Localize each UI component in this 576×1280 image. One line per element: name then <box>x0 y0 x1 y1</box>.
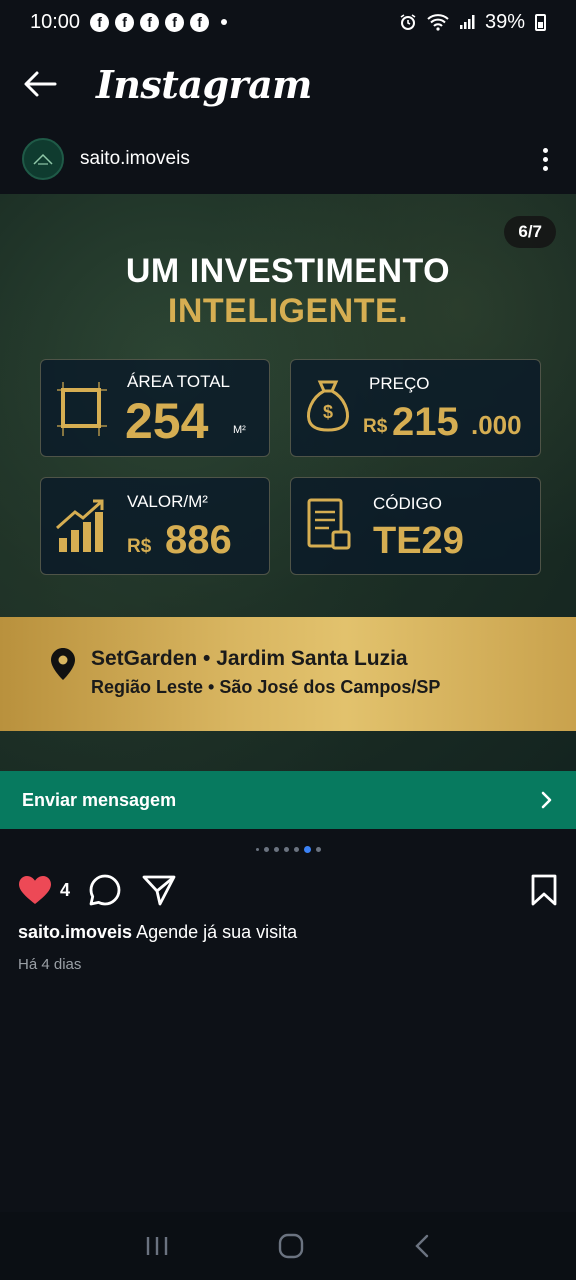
area-label: ÁREA TOTAL <box>127 372 230 391</box>
send-message-button[interactable]: Enviar mensagem <box>0 771 576 829</box>
status-bar: 10:00 f f f f f 39% <box>0 0 576 44</box>
post-header: saito.imoveis <box>0 124 576 194</box>
post-actions: 4 <box>0 868 576 912</box>
more-options-button[interactable] <box>537 142 554 177</box>
heart-icon[interactable] <box>18 875 52 905</box>
facebook-icon: f <box>115 12 135 32</box>
bookmark-icon[interactable] <box>530 874 558 906</box>
logo-icon <box>33 153 53 165</box>
document-code-icon <box>307 498 351 550</box>
area-unit: M² <box>233 424 246 436</box>
dot <box>543 147 548 153</box>
code-label: CÓDIGO <box>373 494 442 513</box>
like-count[interactable]: 4 <box>60 880 70 901</box>
svg-text:$: $ <box>323 402 333 422</box>
caption-text: Agende já sua visita <box>136 922 298 942</box>
carousel-dot <box>263 847 269 852</box>
dot <box>543 156 548 162</box>
carousel-dot-active <box>303 846 311 853</box>
facebook-icon: f <box>90 12 110 32</box>
slide-counter: 6/7 <box>504 216 556 248</box>
area-value: 254 <box>125 393 209 449</box>
headline-line2: INTELIGENTE. <box>167 292 409 330</box>
money-bag-icon: $ <box>307 380 349 432</box>
location-title: SetGarden • Jardim Santa Luzia <box>91 647 408 670</box>
carousel-dot <box>315 847 321 852</box>
price-card: $ PREÇO R$ 215 .000 <box>290 359 541 457</box>
dot <box>543 165 548 171</box>
post-username[interactable]: saito.imoveis <box>80 148 190 170</box>
area-card: ÁREA TOTAL 254 M² <box>40 359 270 457</box>
location-band: SetGarden • Jardim Santa Luzia Região Le… <box>0 617 576 731</box>
signal-icon <box>459 15 475 29</box>
facebook-icon: f <box>190 12 210 32</box>
app-title: Instagram <box>96 61 312 107</box>
code-value: TE29 <box>373 520 464 562</box>
alarm-icon <box>400 14 416 30</box>
send-message-label: Enviar mensagem <box>22 789 177 810</box>
price-suffix: .000 <box>471 410 522 440</box>
system-nav-bar <box>0 1212 576 1280</box>
price-per-m2-label: VALOR/M² <box>127 492 208 511</box>
status-time: 10:00 <box>30 10 81 33</box>
battery-icon <box>535 13 546 31</box>
back-arrow-icon <box>24 71 57 97</box>
recent-apps-icon[interactable] <box>144 1234 170 1258</box>
carousel-dot <box>273 847 279 852</box>
price-currency: R$ <box>363 416 388 437</box>
facebook-icon: f <box>140 12 160 32</box>
caption-username[interactable]: saito.imoveis <box>18 922 132 942</box>
growth-chart-icon <box>56 499 104 552</box>
share-icon[interactable] <box>142 874 176 906</box>
more-notifications-dot <box>221 19 228 25</box>
price-per-m2-value: 886 <box>165 518 232 562</box>
back-nav-icon[interactable] <box>412 1233 432 1259</box>
chevron-right-icon <box>541 791 552 809</box>
carousel-dot <box>293 847 299 852</box>
status-right: 39% <box>399 11 546 34</box>
post-image[interactable]: 6/7 UM INVESTIMENTO INTELIGENTE. ÁREA TO… <box>0 194 576 771</box>
price-per-m2-currency: R$ <box>127 536 152 557</box>
post-time: Há 4 dias <box>18 956 82 973</box>
price-label: PREÇO <box>369 374 430 393</box>
wifi-icon <box>427 14 449 31</box>
facebook-icon: f <box>165 12 185 32</box>
notification-icons: f f f f f <box>90 12 228 32</box>
code-card: CÓDIGO TE29 <box>290 477 541 575</box>
location-subtitle: Região Leste • São José dos Campos/SP <box>91 677 441 697</box>
post-caption: saito.imoveis Agende já sua visita <box>18 922 297 943</box>
crop-area-icon <box>57 382 107 436</box>
location-pin-icon <box>51 648 75 680</box>
carousel-dot <box>255 848 259 851</box>
carousel-dot <box>283 847 289 852</box>
carousel-indicator <box>0 846 576 853</box>
comment-icon[interactable] <box>88 873 122 907</box>
home-icon[interactable] <box>277 1232 305 1260</box>
app-header: Instagram <box>0 44 576 124</box>
battery-percent: 39% <box>484 10 525 33</box>
price-per-m2-card: VALOR/M² R$ 886 <box>40 477 270 575</box>
avatar[interactable] <box>22 138 64 180</box>
price-value: 215 <box>392 400 459 444</box>
back-button[interactable] <box>22 66 58 102</box>
headline-line1: UM INVESTIMENTO <box>125 252 451 290</box>
